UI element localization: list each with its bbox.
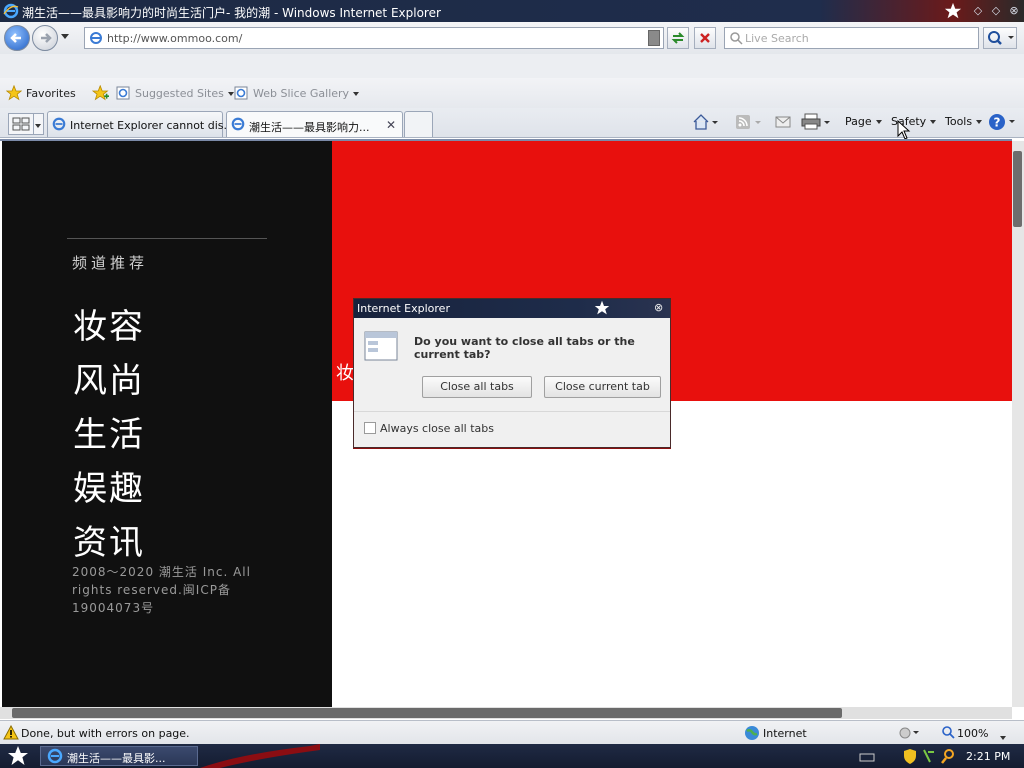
keyboard-icon [859,753,875,762]
refresh-icon [671,32,685,44]
tools-menu[interactable]: Tools [945,115,983,128]
navigation-bar: http://www.ommoo.com/ Live Search [0,22,1024,54]
dialog-star-icon [594,300,610,316]
web-slice-gallery-icon [234,86,248,100]
help-icon[interactable]: ? [988,112,1018,132]
internet-zone-icon [744,725,760,741]
back-arrow-icon [10,33,21,43]
quick-tabs-icon [12,117,30,131]
channel-link-news[interactable]: 资讯 [73,515,145,564]
suggested-sites-link[interactable]: Suggested Sites [135,87,234,100]
security-zone: Internet [763,727,807,740]
copyright-text: 2008～2020 潮生活 Inc. All rights reserved.闽… [72,565,251,615]
tab-label: Internet Explorer cannot dis... [70,119,235,132]
quick-tabs-button[interactable] [8,113,34,135]
svg-text:?: ? [994,116,1001,130]
close-all-tabs-button[interactable]: Close all tabs [422,376,532,398]
back-button[interactable] [4,25,30,51]
tab-error-page[interactable]: Internet Explorer cannot dis... [47,111,234,137]
zoom-dropdown[interactable] [996,731,1006,744]
ie-tab-icon [231,117,245,131]
favorites-button[interactable]: Favorites [26,87,76,100]
channel-link-fashion[interactable]: 风尚 [73,353,145,402]
always-close-checkbox[interactable] [364,422,376,434]
forward-arrow-icon [41,33,52,43]
search-tray-icon [941,749,954,764]
banner-text: 妆 [336,363,354,384]
forward-button[interactable] [32,25,58,51]
home-icon[interactable] [692,113,720,131]
dialog-title-bar: Internet Explorer ⊗ [354,299,670,318]
pin-star-icon[interactable] [944,2,962,20]
stop-button[interactable] [694,27,716,49]
taskbar-ie-window[interactable]: 潮生活——最具影... [40,746,198,766]
horizontal-scroll-thumb[interactable] [12,708,842,718]
channel-link-entertainment[interactable]: 娱趣 [73,461,145,510]
window-title: 潮生活——最具影响力的时尚生活门户- 我的潮 - Windows Interne… [22,6,441,20]
address-bar[interactable]: http://www.ommoo.com/ [84,27,664,49]
maximize-button[interactable]: ◇ [988,3,1004,19]
url-text[interactable]: http://www.ommoo.com/ [107,32,242,45]
dialog-close-button[interactable]: ⊗ [654,301,663,314]
window-title-bar: 潮生活——最具影响力的时尚生活门户- 我的潮 - Windows Interne… [0,0,1024,22]
print-icon[interactable] [801,113,833,131]
feeds-icon[interactable] [735,114,763,130]
suggested-sites-icon [116,86,130,100]
divider [67,238,267,239]
tab-active[interactable]: 潮生活——最具影响力... ✕ [226,111,403,137]
minimize-button[interactable]: ◇ [970,3,986,19]
new-tab-button[interactable] [404,111,433,137]
taskbar-label: 潮生活——最具影... [67,752,166,765]
page-icon [89,31,103,45]
recent-pages-dropdown[interactable] [61,34,69,39]
channel-link-makeup[interactable]: 妆容 [73,299,145,348]
magnifier-icon [988,31,1014,45]
vertical-scroll-thumb[interactable] [1013,151,1022,227]
taskbar-clock: 2:21 PM [966,750,1011,763]
channel-heading: 频道推荐 [72,254,149,272]
close-tab-icon[interactable]: ✕ [386,118,396,132]
ie-tab-icon [52,117,66,131]
close-tabs-dialog: Internet Explorer ⊗ Do you want to close… [353,298,671,448]
taskbar-decoration [200,744,320,768]
add-to-favorites-bar-icon[interactable] [92,85,110,101]
network-icon [923,749,934,763]
page-menu[interactable]: Page [845,115,882,128]
channel-link-life[interactable]: 生活 [73,407,145,456]
tab-label: 潮生活——最具影响力... [249,121,370,134]
favorites-bar: Favorites Suggested Sites Web Slice Gall… [0,78,1024,108]
protected-mode-icon[interactable] [897,725,923,741]
warning-icon[interactable] [3,725,19,741]
ie-taskbar-icon [47,748,63,764]
web-slice-gallery-link[interactable]: Web Slice Gallery [253,87,360,100]
window-tabs-icon [364,331,398,361]
zoom-icon[interactable] [941,725,955,739]
always-close-label[interactable]: Always close all tabs [380,422,494,435]
security-shield-icon [904,749,916,764]
dialog-divider [354,411,670,412]
tab-list-dropdown[interactable] [34,113,44,135]
channel-sidebar: 频道推荐 妆容 风尚 生活 娱趣 资讯 2008～2020 潮生活 Inc. A… [2,141,332,709]
search-placeholder: Live Search [745,32,809,45]
favorites-star-icon [6,85,22,101]
ie-logo-icon [3,3,19,19]
stop-icon [700,33,710,43]
compatibility-view-icon[interactable] [648,30,660,46]
menu-bar-ghost [0,54,1024,78]
dialog-title: Internet Explorer [357,302,450,315]
refresh-button[interactable] [667,27,689,49]
search-box[interactable]: Live Search [724,27,979,49]
mouse-cursor-icon [897,120,911,140]
close-current-tab-button[interactable]: Close current tab [544,376,661,398]
search-icon [729,31,743,45]
search-button[interactable] [983,27,1017,49]
zoom-level[interactable]: 100% [957,727,988,740]
close-window-button[interactable]: ⊗ [1006,3,1022,19]
dialog-question: Do you want to close all tabs or the cur… [414,335,635,361]
read-mail-icon[interactable] [775,114,791,130]
start-button[interactable] [3,745,33,767]
status-bar: Done, but with errors on page. Internet … [0,720,1024,744]
status-text: Done, but with errors on page. [21,727,190,740]
tab-bar: Internet Explorer cannot dis... 潮生活——最具影… [0,108,1024,140]
